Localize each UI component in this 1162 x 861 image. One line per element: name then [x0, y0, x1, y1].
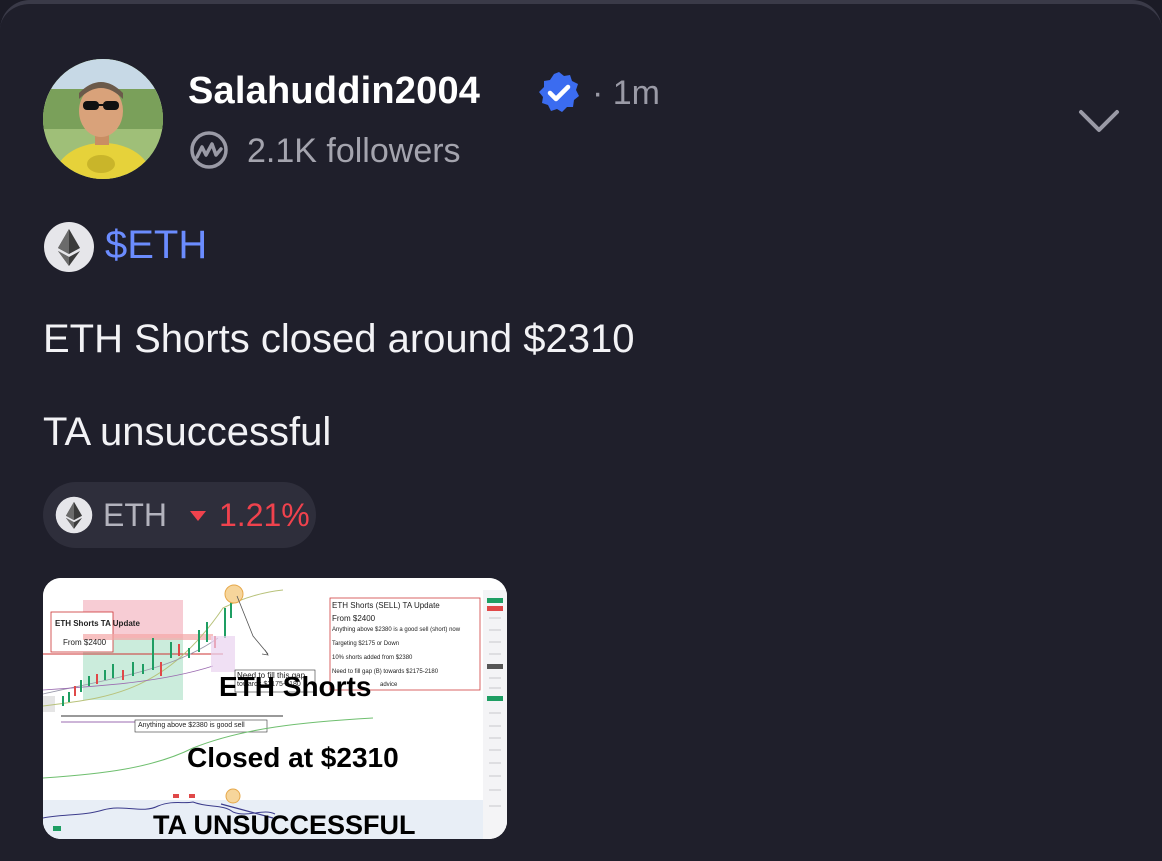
chart-note-line-1: ETH Shorts (SELL) TA Update [332, 601, 440, 610]
cashtag-link[interactable]: $ETH [105, 223, 207, 268]
avatar[interactable] [43, 59, 163, 179]
chart-sell-note: Anything above $2380 is good sell [138, 722, 245, 729]
chart-note-line-2: From $2400 [332, 614, 376, 623]
chart-note-line-3: Anything above $2380 is a good sell (sho… [332, 627, 461, 633]
post-text-line-1: ETH Shorts closed around $2310 [43, 317, 635, 361]
chart-overlay-footer: TA UNSUCCESSFUL [153, 810, 416, 839]
chart-box-subtitle: From $2400 [63, 638, 107, 647]
ticker-symbol: ETH [103, 497, 167, 533]
chart-note-line-5: 10% shorts added from $2380 [332, 655, 413, 661]
avatar-photo-icon [43, 59, 163, 179]
ticker-change: 1.21% [219, 497, 310, 533]
chart-overlay-subtitle: Closed at $2310 [187, 742, 399, 773]
post-text-line-2: TA unsuccessful [43, 410, 332, 454]
coinmarketcap-icon [190, 131, 228, 169]
post-image[interactable]: ETH Shorts TA Update From $2400 ETH Shor… [43, 578, 507, 839]
chart-note-line-4: Targeting $2175 or Down [332, 641, 400, 647]
down-triangle-icon [190, 511, 206, 521]
chart-screenshot-graphic [43, 578, 507, 839]
post-card: Salahuddin2004 · 1m 2.1K followers $ETH … [0, 0, 1162, 861]
follower-count: 2.1K followers [247, 132, 461, 170]
author-username[interactable]: Salahuddin2004 [188, 70, 480, 113]
chart-overlay-title: ETH Shorts [219, 671, 372, 702]
ticker-chip[interactable]: ETH 1.21% [43, 482, 316, 548]
eth-coin-icon [44, 222, 94, 272]
verified-badge-icon [539, 72, 579, 112]
chart-box-title: ETH Shorts TA Update [55, 619, 140, 628]
chevron-down-icon[interactable] [1075, 104, 1123, 136]
post-time: · 1m [592, 74, 660, 112]
eth-coin-icon [55, 496, 93, 534]
chart-note-line-7: advice [380, 682, 398, 688]
